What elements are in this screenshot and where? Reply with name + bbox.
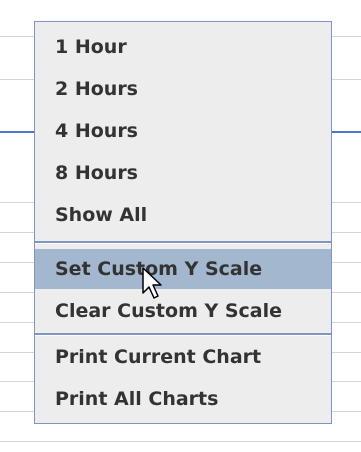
menu-separator <box>35 241 331 244</box>
gridline <box>0 441 361 442</box>
mouse-pointer-icon <box>142 267 162 299</box>
menu-item-8-hours[interactable]: 8 Hours <box>35 153 331 193</box>
menu-item-print-all-charts[interactable]: Print All Charts <box>35 379 331 419</box>
menu-item-1-hour[interactable]: 1 Hour <box>35 27 331 67</box>
menu-item-print-current-chart[interactable]: Print Current Chart <box>35 337 331 377</box>
menu-separator <box>35 333 331 336</box>
context-menu: 1 Hour 2 Hours 4 Hours 8 Hours Show All … <box>34 21 332 424</box>
menu-item-show-all[interactable]: Show All <box>35 195 331 235</box>
menu-item-clear-custom-y-scale[interactable]: Clear Custom Y Scale <box>35 291 331 331</box>
menu-item-set-custom-y-scale[interactable]: Set Custom Y Scale <box>35 249 331 289</box>
menu-item-2-hours[interactable]: 2 Hours <box>35 69 331 109</box>
menu-item-4-hours[interactable]: 4 Hours <box>35 111 331 151</box>
